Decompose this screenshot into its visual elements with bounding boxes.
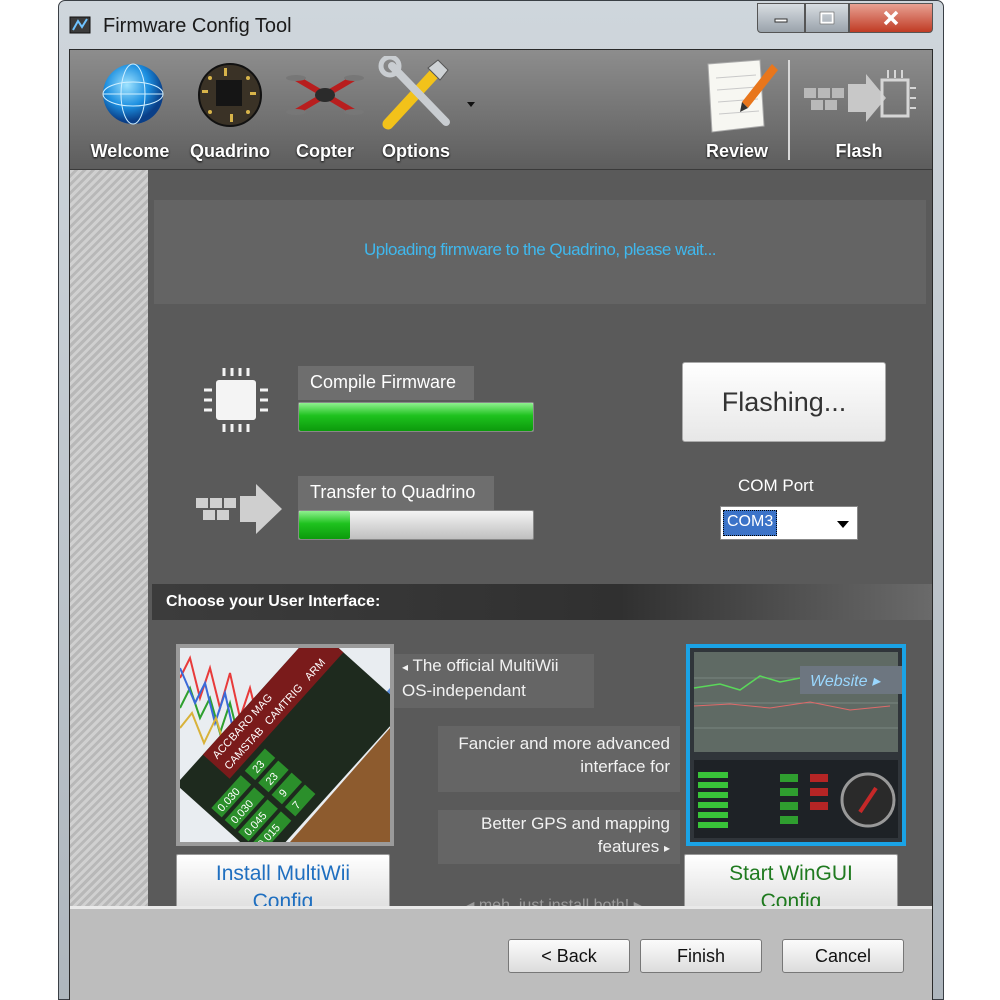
window-title: Firmware Config Tool bbox=[103, 15, 292, 37]
com-port-select[interactable]: COM3 bbox=[720, 506, 858, 540]
toolbar-item-welcome[interactable]: Welcome bbox=[84, 56, 176, 166]
compile-progress-bar bbox=[298, 402, 534, 432]
flash-page: Uploading firmware to the Quadrino, plea… bbox=[148, 170, 932, 920]
minimize-button[interactable] bbox=[757, 3, 805, 33]
wizard-toolbar: Welcome Quadrino Copter Options Review F… bbox=[70, 50, 932, 170]
toolbar-label-flash: Flash bbox=[835, 141, 883, 161]
com-port-value: COM3 bbox=[723, 510, 778, 536]
maximize-button[interactable] bbox=[805, 3, 849, 33]
fancier-note: Fancier and more advanced interface for bbox=[438, 726, 680, 792]
chip-flash-icon bbox=[804, 70, 916, 122]
ui-choice-header-text: Choose your User Interface: bbox=[166, 593, 381, 610]
toolbar-item-flash[interactable]: Flash bbox=[794, 56, 924, 166]
globe-icon bbox=[102, 63, 164, 125]
flashing-button[interactable]: Flashing... bbox=[682, 362, 886, 442]
arrow-right-icon: ▸ bbox=[663, 841, 670, 855]
toolbar-label-options: Options bbox=[382, 141, 450, 161]
toolbar-item-options[interactable]: Options bbox=[370, 56, 480, 166]
transfer-progress-bar bbox=[298, 510, 534, 540]
install-button-line1: Install MultiWii bbox=[215, 862, 351, 885]
chip-icon bbox=[204, 368, 268, 432]
back-button[interactable]: < Back bbox=[508, 939, 630, 973]
quadcopter-icon bbox=[286, 75, 364, 115]
toolbar-item-quadrino[interactable]: Quadrino bbox=[180, 56, 280, 166]
toolbar-item-review[interactable]: Review bbox=[694, 56, 780, 166]
title-bar[interactable]: Firmware Config Tool bbox=[59, 1, 943, 49]
transfer-step-label: Transfer to Quadrino bbox=[298, 476, 494, 510]
app-window: Firmware Config Tool Welcome Quadrino Co… bbox=[58, 0, 944, 1000]
toolbar-label-quadrino: Quadrino bbox=[190, 141, 270, 161]
official-note: ◂ The official MultiWii OS-independant bbox=[394, 654, 594, 710]
notepad-icon bbox=[707, 59, 778, 133]
toolbar-item-copter[interactable]: Copter bbox=[282, 56, 368, 166]
minimize-icon bbox=[774, 18, 788, 23]
close-icon bbox=[883, 10, 899, 26]
com-port-label: COM Port bbox=[738, 476, 814, 495]
dropdown-arrow-icon[interactable] bbox=[466, 100, 476, 108]
tools-icon bbox=[378, 56, 450, 130]
cancel-button[interactable]: Cancel bbox=[782, 939, 904, 973]
compile-step-label: Compile Firmware bbox=[298, 366, 474, 400]
close-button[interactable] bbox=[849, 3, 933, 33]
wingui-thumbnail[interactable]: Website ▸ bbox=[686, 644, 906, 846]
client-area: Welcome Quadrino Copter Options Review F… bbox=[69, 49, 933, 1000]
multiwii-screenshot-image: ACC BARO MAG CAMSTAB CAMTRIG ARM 0.030 2… bbox=[180, 648, 390, 842]
gps-note-text: Better GPS and mapping features bbox=[480, 814, 670, 856]
maximize-icon bbox=[819, 11, 835, 25]
start-button-line1: Start WinGUI bbox=[729, 862, 853, 885]
side-stripe bbox=[70, 170, 148, 906]
status-panel: Uploading firmware to the Quadrino, plea… bbox=[154, 200, 926, 304]
arrow-left-icon: ◂ bbox=[402, 660, 409, 674]
app-icon bbox=[69, 16, 91, 34]
transfer-arrow-icon bbox=[196, 484, 282, 534]
circuit-board-icon bbox=[198, 63, 262, 127]
official-note-text: The official MultiWii OS-independant bbox=[402, 656, 559, 700]
website-link[interactable]: Website ▸ bbox=[800, 666, 902, 694]
gps-note: Better GPS and mapping features ▸ bbox=[438, 810, 680, 864]
toolbar-label-review: Review bbox=[705, 141, 769, 161]
chevron-down-icon bbox=[837, 521, 849, 528]
toolbar-separator bbox=[788, 60, 790, 160]
fancier-note-text: Fancier and more advanced interface for bbox=[458, 734, 670, 776]
ui-choice-header: Choose your User Interface: bbox=[152, 584, 932, 620]
compile-progress-fill bbox=[299, 403, 533, 431]
toolbar-label-welcome: Welcome bbox=[90, 141, 170, 161]
toolbar-label-copter: Copter bbox=[296, 141, 354, 161]
wizard-button-bar: < Back Finish Cancel bbox=[70, 906, 932, 1000]
upload-status-message: Uploading firmware to the Quadrino, plea… bbox=[363, 240, 717, 259]
multiwii-config-thumbnail[interactable]: ACC BARO MAG CAMSTAB CAMTRIG ARM 0.030 2… bbox=[176, 644, 394, 846]
transfer-progress-fill bbox=[299, 511, 351, 539]
finish-button[interactable]: Finish bbox=[640, 939, 762, 973]
